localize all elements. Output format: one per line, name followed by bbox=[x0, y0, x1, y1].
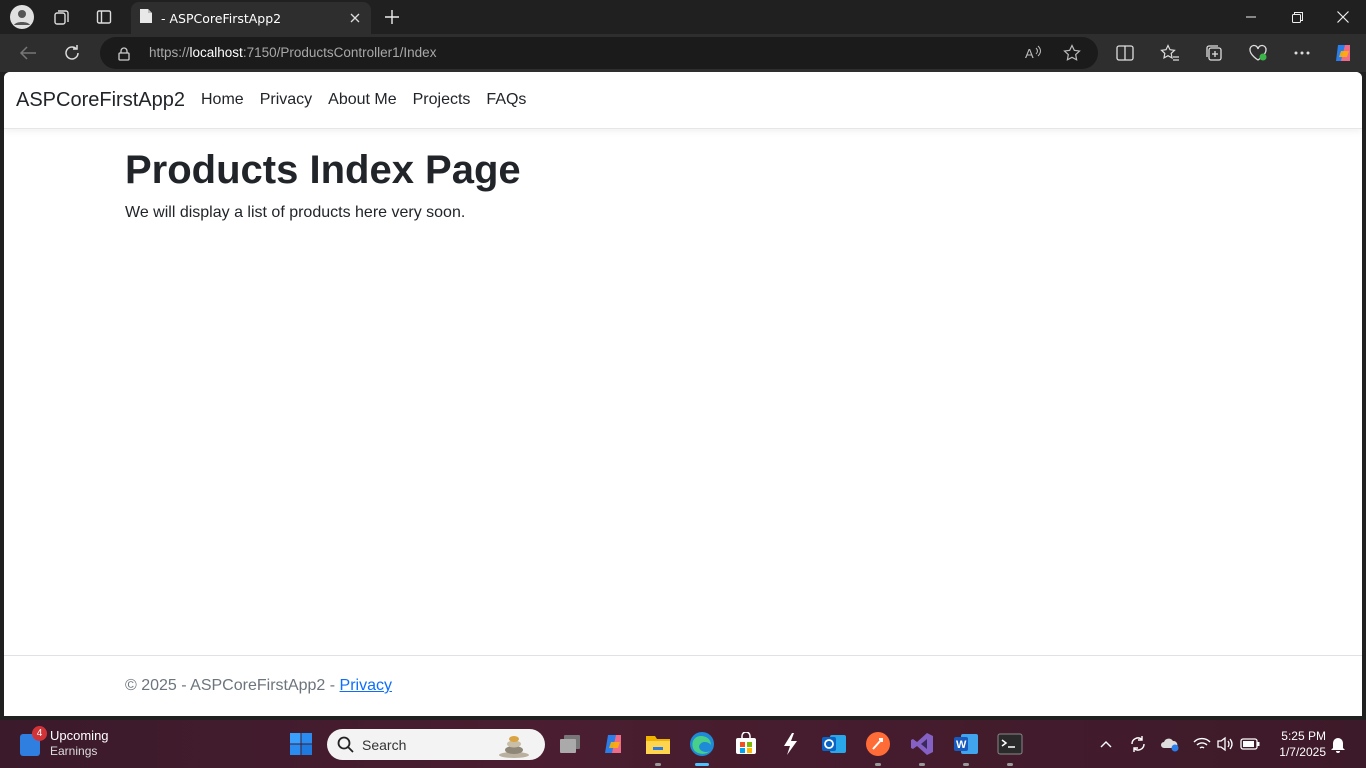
visual-studio-icon[interactable] bbox=[906, 728, 938, 766]
site-brand[interactable]: ASPCoreFirstApp2 bbox=[16, 89, 185, 112]
file-explorer-icon[interactable] bbox=[642, 728, 674, 766]
search-placeholder: Search bbox=[362, 737, 407, 753]
browser-toolbar: https://localhost:7150/ProductsControlle… bbox=[0, 34, 1366, 72]
postman-icon[interactable] bbox=[862, 728, 894, 766]
page-icon bbox=[139, 8, 153, 28]
running-indicator bbox=[655, 763, 661, 766]
copilot-icon[interactable] bbox=[598, 728, 630, 760]
word-icon[interactable]: W bbox=[950, 728, 982, 766]
url-host: localhost bbox=[189, 45, 243, 60]
nav-links: Home Privacy About Me Projects FAQs bbox=[193, 91, 534, 109]
active-tab[interactable]: - ASPCoreFirstApp2 bbox=[131, 2, 371, 34]
nav-faqs[interactable]: FAQs bbox=[478, 91, 534, 109]
task-view-icon[interactable] bbox=[554, 728, 586, 760]
nav-about-me[interactable]: About Me bbox=[320, 91, 404, 109]
widgets-button[interactable]: 4 Upcoming Earnings bbox=[14, 726, 134, 762]
notification-bell-icon[interactable] bbox=[1328, 734, 1348, 754]
page-viewport: ASPCoreFirstApp2 Home Privacy About Me P… bbox=[4, 72, 1362, 716]
page-title: Products Index Page bbox=[125, 148, 521, 192]
visual-studio-code-icon[interactable] bbox=[774, 728, 806, 760]
lock-icon[interactable] bbox=[118, 46, 130, 65]
site-navbar: ASPCoreFirstApp2 Home Privacy About Me P… bbox=[4, 72, 1362, 129]
running-indicator bbox=[875, 763, 881, 766]
tab-strip: - ASPCoreFirstApp2 bbox=[0, 0, 1366, 34]
system-clock[interactable]: 5:25 PM 1/7/2025 bbox=[1270, 728, 1326, 760]
read-aloud-icon[interactable]: A bbox=[1024, 44, 1042, 66]
url-scheme: https:// bbox=[149, 45, 190, 60]
onedrive-icon[interactable] bbox=[1160, 734, 1180, 754]
site-footer: © 2025 - ASPCoreFirstApp2 - Privacy bbox=[125, 677, 392, 695]
volume-icon[interactable] bbox=[1215, 734, 1235, 754]
copilot-sidebar-icon[interactable] bbox=[1329, 39, 1359, 67]
nav-projects[interactable]: Projects bbox=[405, 91, 479, 109]
sync-icon[interactable] bbox=[1128, 734, 1148, 754]
address-bar[interactable]: https://localhost:7150/ProductsControlle… bbox=[100, 37, 1098, 69]
taskbar-search[interactable]: Search bbox=[327, 729, 545, 760]
tab-title: - ASPCoreFirstApp2 bbox=[161, 10, 282, 26]
svg-text:W: W bbox=[956, 739, 967, 751]
terminal-icon[interactable] bbox=[994, 728, 1026, 766]
edge-icon[interactable] bbox=[686, 728, 718, 766]
outlook-icon[interactable] bbox=[818, 728, 850, 760]
collections-icon[interactable] bbox=[1199, 39, 1229, 67]
widget-subtitle: Earnings bbox=[50, 744, 98, 758]
chevron-up-icon[interactable] bbox=[1096, 734, 1116, 754]
store-icon[interactable] bbox=[730, 728, 762, 760]
favorites-icon[interactable] bbox=[1155, 39, 1185, 67]
footer-copyright: © 2025 - ASPCoreFirstApp2 - bbox=[125, 677, 340, 694]
taskbar: 4 Upcoming Earnings Search W 5:25 PM 1/7… bbox=[0, 720, 1366, 768]
clock-date: 1/7/2025 bbox=[1279, 745, 1326, 759]
footer-privacy-link[interactable]: Privacy bbox=[340, 677, 392, 694]
favorite-star-icon[interactable] bbox=[1063, 44, 1081, 66]
running-indicator bbox=[919, 763, 925, 766]
clock-time: 5:25 PM bbox=[1281, 729, 1326, 743]
nav-privacy[interactable]: Privacy bbox=[252, 91, 320, 109]
url-path: :7150/ProductsController1/Index bbox=[242, 45, 437, 60]
footer-divider bbox=[4, 655, 1362, 656]
close-window-icon[interactable] bbox=[1320, 0, 1366, 34]
more-menu-icon[interactable] bbox=[1287, 39, 1317, 67]
widget-title: Upcoming bbox=[50, 728, 109, 743]
profile-icon[interactable] bbox=[8, 5, 36, 29]
browser-essentials-icon[interactable] bbox=[1243, 39, 1273, 67]
restore-icon[interactable] bbox=[1274, 0, 1320, 34]
active-indicator bbox=[695, 763, 709, 766]
svg-text:A: A bbox=[1025, 46, 1034, 61]
start-icon[interactable] bbox=[285, 728, 317, 760]
notification-badge: 4 bbox=[32, 726, 47, 741]
vertical-tabs-icon[interactable] bbox=[90, 5, 118, 29]
running-indicator bbox=[963, 763, 969, 766]
split-screen-icon[interactable] bbox=[1110, 39, 1140, 67]
battery-icon[interactable] bbox=[1240, 734, 1260, 754]
workspaces-icon[interactable] bbox=[48, 5, 76, 29]
refresh-icon[interactable] bbox=[57, 39, 87, 67]
wifi-icon[interactable] bbox=[1192, 734, 1212, 754]
search-highlight-icon bbox=[497, 731, 531, 763]
page-description: We will display a list of products here … bbox=[125, 204, 466, 221]
search-icon bbox=[337, 736, 354, 757]
nav-home[interactable]: Home bbox=[193, 91, 252, 109]
url-text[interactable]: https://localhost:7150/ProductsControlle… bbox=[149, 45, 436, 60]
close-tab-icon[interactable] bbox=[343, 6, 367, 30]
back-icon[interactable] bbox=[13, 39, 43, 67]
new-tab-icon[interactable] bbox=[378, 5, 406, 29]
running-indicator bbox=[1007, 763, 1013, 766]
minimize-icon[interactable] bbox=[1228, 0, 1274, 34]
